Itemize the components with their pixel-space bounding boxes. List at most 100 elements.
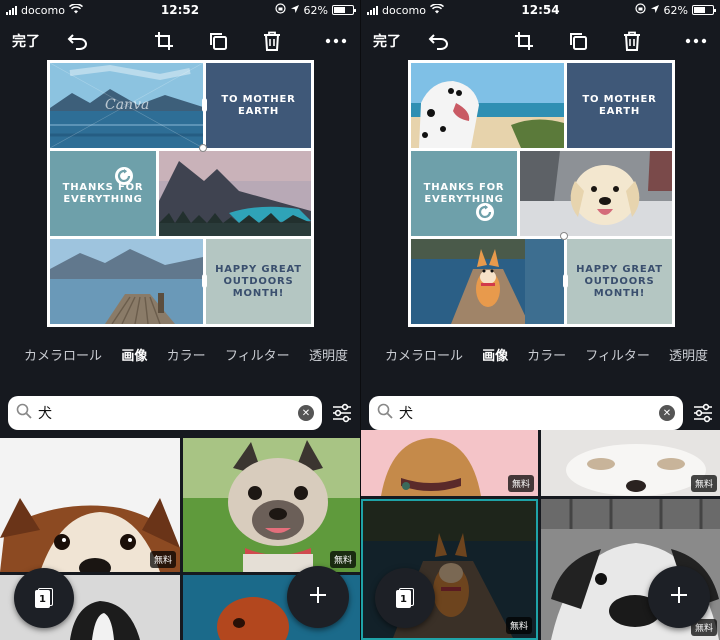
editor-toolbar: 完了 xyxy=(0,24,360,58)
duplicate-icon[interactable] xyxy=(206,29,230,53)
undo-icon[interactable] xyxy=(66,29,90,53)
mountain-lake-photo[interactable] xyxy=(159,151,311,236)
undo-icon[interactable] xyxy=(427,29,451,53)
done-button[interactable]: 完了 xyxy=(373,31,413,51)
clear-search-icon[interactable]: ✕ xyxy=(659,405,675,421)
page-number: 1 xyxy=(396,590,411,608)
tile-text-to-mother-earth: TO MOTHER EARTH xyxy=(221,93,296,117)
tile-text-to-mother-earth: TO MOTHER EARTH xyxy=(582,93,657,117)
free-badge: 無料 xyxy=(149,551,176,568)
resize-handle[interactable] xyxy=(199,144,207,152)
loading-spinner-icon xyxy=(115,167,133,185)
edit-tabs: カメラロール 画像 カラー フィルター 透明度 xyxy=(0,345,360,364)
add-button[interactable] xyxy=(287,566,349,628)
signal-icon xyxy=(6,5,17,15)
tile-to-mother-earth[interactable]: TO MOTHER EARTH xyxy=(567,63,672,148)
wifi-icon xyxy=(429,2,444,17)
plus-icon xyxy=(669,585,689,609)
location-icon xyxy=(290,4,300,17)
tile-text-outdoors: HAPPY GREAT OUTDOORS MONTH! xyxy=(215,263,302,299)
free-badge: 無料 xyxy=(505,617,532,634)
tab-transparency[interactable]: 透明度 xyxy=(669,345,708,364)
corgi-pier-photo[interactable] xyxy=(411,239,564,324)
more-options-icon[interactable] xyxy=(684,29,708,53)
clear-search-icon[interactable]: ✕ xyxy=(298,405,314,421)
edit-tabs: カメラロール 画像 カラー フィルター 透明度 xyxy=(361,345,720,364)
loading-spinner-icon xyxy=(476,203,494,221)
battery-icon xyxy=(332,5,356,15)
trash-icon[interactable] xyxy=(620,29,644,53)
duplicate-icon[interactable] xyxy=(566,29,590,53)
page-number: 1 xyxy=(35,590,50,608)
tab-images[interactable]: 画像 xyxy=(121,345,147,364)
tab-filter[interactable]: フィルター xyxy=(585,345,650,364)
image-result-item[interactable]: 無料 xyxy=(361,430,538,496)
tile-thanks[interactable]: THANKS FOR EVERYTHING xyxy=(411,151,517,236)
search-icon xyxy=(377,403,393,423)
battery-percent: 62% xyxy=(303,3,328,17)
resize-handle[interactable] xyxy=(202,274,207,288)
image-result-item[interactable]: 無料 xyxy=(183,438,360,572)
resize-handle[interactable] xyxy=(563,274,568,288)
carrier: docomo xyxy=(21,3,65,17)
search-bar[interactable]: 犬 ✕ xyxy=(8,396,322,430)
tab-camera-roll[interactable]: カメラロール xyxy=(385,345,463,364)
tile-to-mother-earth[interactable]: TO MOTHER EARTH xyxy=(206,63,311,148)
tile-text-thanks: THANKS FOR EVERYTHING xyxy=(423,181,505,205)
tile-text-outdoors: HAPPY GREAT OUTDOORS MONTH! xyxy=(576,263,663,299)
search-bar[interactable]: 犬 ✕ xyxy=(369,396,683,430)
resize-handle[interactable] xyxy=(560,232,568,240)
done-button[interactable]: 完了 xyxy=(12,31,52,51)
tab-color[interactable]: カラー xyxy=(167,345,206,364)
dalmatian-beach-photo[interactable] xyxy=(411,63,564,148)
clock: 12:54 xyxy=(521,3,560,17)
tile-outdoors[interactable]: HAPPY GREAT OUTDOORS MONTH! xyxy=(206,239,311,324)
free-badge: 無料 xyxy=(507,475,534,492)
signal-icon xyxy=(367,5,378,15)
tab-camera-roll[interactable]: カメラロール xyxy=(24,345,102,364)
status-bar: docomo 12:54 62% xyxy=(361,0,720,20)
crop-icon[interactable] xyxy=(512,29,536,53)
pages-icon: 1 xyxy=(396,588,414,608)
collage-canvas[interactable]: Canva TO MOTHER EARTH THANKS FOR EVERYTH… xyxy=(47,60,314,327)
canva-watermark: Canva xyxy=(105,97,150,113)
free-badge: 無料 xyxy=(329,551,356,568)
tab-transparency[interactable]: 透明度 xyxy=(309,345,348,364)
clock: 12:52 xyxy=(160,3,200,17)
tile-thanks[interactable]: THANKS FOR EVERYTHING xyxy=(50,151,156,236)
pages-button[interactable]: 1 xyxy=(14,568,74,628)
tile-text-thanks: THANKS FOR EVERYTHING xyxy=(62,181,144,205)
tab-color[interactable]: カラー xyxy=(527,345,566,364)
search-input[interactable]: 犬 xyxy=(38,403,298,423)
tab-images[interactable]: 画像 xyxy=(482,345,508,364)
plus-icon xyxy=(308,585,328,609)
crop-icon[interactable] xyxy=(152,29,176,53)
orientation-lock-icon xyxy=(274,3,286,17)
collage-canvas[interactable]: TO MOTHER EARTH THANKS FOR EVERYTHING HA… xyxy=(408,60,675,327)
status-bar: docomo 12:52 62% xyxy=(0,0,360,20)
more-options-icon[interactable] xyxy=(324,29,348,53)
filter-settings-icon[interactable] xyxy=(328,398,356,428)
battery-icon xyxy=(692,5,716,15)
pages-button[interactable]: 1 xyxy=(375,568,435,628)
orientation-lock-icon xyxy=(634,3,646,17)
screen-left: docomo 12:52 62% 完了 Canva TO MOTHER EART… xyxy=(0,0,360,640)
lake-photo[interactable]: Canva xyxy=(50,63,203,148)
add-button[interactable] xyxy=(648,566,710,628)
image-result-item[interactable]: 無料 xyxy=(0,438,180,572)
pier-lake-photo[interactable] xyxy=(50,239,203,324)
tile-outdoors[interactable]: HAPPY GREAT OUTDOORS MONTH! xyxy=(567,239,672,324)
filter-settings-icon[interactable] xyxy=(689,398,717,428)
location-icon xyxy=(650,4,660,17)
resize-handle[interactable] xyxy=(202,98,207,112)
image-result-item[interactable]: 無料 xyxy=(541,430,720,496)
search-icon xyxy=(16,403,32,423)
editor-toolbar: 完了 xyxy=(361,24,720,58)
tab-filter[interactable]: フィルター xyxy=(225,345,290,364)
battery-percent: 62% xyxy=(663,3,688,17)
golden-retriever-photo[interactable] xyxy=(520,151,672,236)
search-input[interactable]: 犬 xyxy=(399,403,659,423)
wifi-icon xyxy=(68,2,83,17)
free-badge: 無料 xyxy=(690,475,717,492)
trash-icon[interactable] xyxy=(260,29,284,53)
